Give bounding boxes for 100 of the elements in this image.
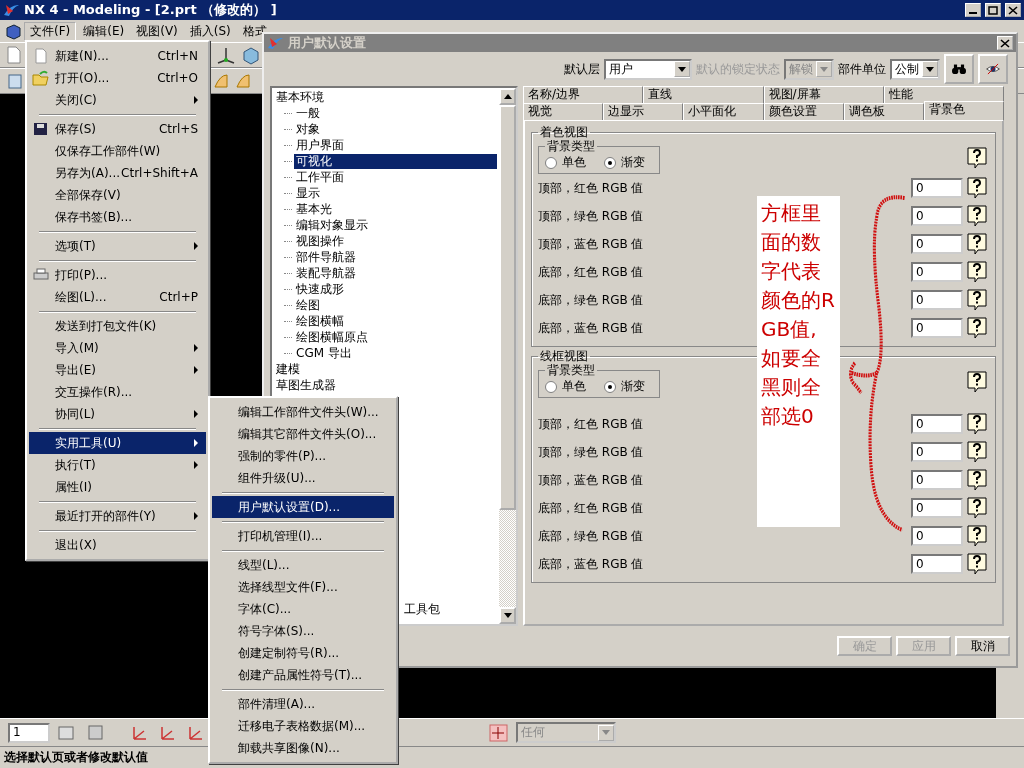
menu-item[interactable]: 字体(C)... — [212, 598, 394, 620]
tree-item[interactable]: 基本环境 — [274, 89, 326, 105]
tree-item[interactable]: 一般 — [294, 105, 322, 121]
help-icon[interactable] — [967, 553, 987, 576]
help-icon[interactable] — [967, 147, 987, 170]
menu-item[interactable]: 迁移电子表格数据(M)... — [212, 715, 394, 737]
value-field[interactable]: 0 — [911, 554, 963, 575]
help-icon[interactable] — [967, 317, 987, 340]
radio-button[interactable] — [545, 156, 557, 169]
help-icon[interactable] — [967, 205, 987, 228]
menu-item[interactable]: 卸载共享图像(N)... — [212, 737, 394, 759]
eye-button[interactable] — [978, 54, 1008, 85]
value-field[interactable]: 0 — [911, 178, 963, 199]
help-icon[interactable] — [967, 497, 987, 520]
value-field[interactable]: 0 — [911, 498, 963, 519]
layer-field[interactable]: 1 — [8, 722, 50, 743]
menu-item[interactable]: 打开(O)... Ctrl+O — [29, 67, 206, 89]
tree-item[interactable]: 视图操作 — [294, 233, 346, 249]
minimize-button[interactable] — [965, 3, 981, 17]
close-button[interactable] — [997, 36, 1013, 50]
menu-item[interactable]: 强制的零件(P)... — [212, 445, 394, 467]
scroll-down-button[interactable] — [499, 607, 516, 625]
scroll-up-button[interactable] — [499, 88, 516, 106]
menu-item[interactable]: 实用工具(U) — [29, 432, 206, 454]
menu-item[interactable]: 符号字体(S)... — [212, 620, 394, 642]
menu-item[interactable]: 编辑(E) — [78, 22, 130, 40]
value-field[interactable]: 0 — [911, 262, 963, 283]
menu-item[interactable]: 导出(E) — [29, 359, 206, 381]
tab[interactable]: 名称/边界 — [523, 86, 644, 104]
menu-item[interactable]: 组件升级(U)... — [212, 467, 394, 489]
tree-item[interactable]: CGM 导出 — [294, 345, 354, 361]
radio-button[interactable] — [545, 380, 557, 393]
tree-item[interactable]: 用户界面 — [294, 137, 346, 153]
menu-item[interactable]: 选项(T) — [29, 235, 206, 257]
tree-item[interactable]: 绘图横幅 — [294, 313, 346, 329]
menu-item[interactable]: 编辑工作部件文件头(W)... — [212, 401, 394, 423]
tree-item[interactable]: 显示 — [294, 185, 322, 201]
menu-item[interactable]: 全部保存(V) — [29, 184, 206, 206]
menu-item[interactable]: 关闭(C) — [29, 89, 206, 111]
tab[interactable]: 视觉 — [523, 103, 604, 121]
axes-icon[interactable] — [215, 45, 237, 65]
menu-item[interactable]: 打印机管理(I)... — [212, 525, 394, 547]
tab[interactable]: 背景色 — [923, 101, 1005, 121]
value-field[interactable]: 0 — [911, 234, 963, 255]
menu-item[interactable]: 另存为(A)...Ctrl+Shift+A — [29, 162, 206, 184]
menu-item[interactable]: 创建产品属性符号(T)... — [212, 664, 394, 686]
menu-item[interactable]: 用户默认设置(D)... — [212, 496, 394, 518]
tab[interactable]: 视图/屏幕 — [763, 86, 884, 104]
binoculars-button[interactable] — [944, 54, 974, 85]
radio-button[interactable] — [604, 380, 616, 393]
tree-item[interactable]: 装配导航器 — [294, 265, 358, 281]
menu-item[interactable]: 新建(N)... Ctrl+N — [29, 45, 206, 67]
tree-item[interactable]: 编辑对象显示 — [294, 217, 370, 233]
help-icon[interactable] — [967, 177, 987, 200]
menu-item[interactable]: 仅保存工作部件(W) — [29, 140, 206, 162]
tree-item[interactable]: 基本光 — [294, 201, 334, 217]
filter-icon[interactable] — [488, 722, 510, 743]
help-icon[interactable] — [967, 525, 987, 548]
menu-item[interactable]: 发送到打包文件(K) — [29, 315, 206, 337]
value-field[interactable]: 0 — [911, 442, 963, 463]
menu-item[interactable]: 绘图(L)... Ctrl+P — [29, 286, 206, 308]
menu-item[interactable]: 线型(L)... — [212, 554, 394, 576]
value-field[interactable]: 0 — [911, 414, 963, 435]
menu-item[interactable]: 视图(V) — [131, 22, 183, 40]
menu-item[interactable]: 交互操作(R)... — [29, 381, 206, 403]
close-button[interactable] — [1005, 3, 1021, 17]
help-icon[interactable] — [967, 261, 987, 284]
menu-item[interactable]: 导入(M) — [29, 337, 206, 359]
menu-item[interactable]: 属性(I) — [29, 476, 206, 498]
tree-item[interactable]: 绘图横幅原点 — [294, 329, 370, 345]
help-icon[interactable] — [967, 413, 987, 436]
value-field[interactable]: 0 — [911, 206, 963, 227]
help-icon[interactable] — [967, 233, 987, 256]
menu-item[interactable]: 保存(S) Ctrl+S — [29, 118, 206, 140]
help-icon[interactable] — [967, 469, 987, 492]
menu-item[interactable]: 选择线型文件(F)... — [212, 576, 394, 598]
tree-item[interactable]: 建模 — [274, 361, 302, 377]
help-icon[interactable] — [967, 441, 987, 464]
tab[interactable]: 调色板 — [843, 103, 924, 121]
value-field[interactable]: 0 — [911, 318, 963, 339]
menu-item[interactable]: 最近打开的部件(Y) — [29, 505, 206, 527]
menu-item[interactable]: 执行(T) — [29, 454, 206, 476]
tree-item[interactable]: 草图生成器 — [274, 377, 338, 393]
tree-item[interactable]: 工具包 — [402, 601, 442, 617]
menu-item[interactable]: 保存书签(B)... — [29, 206, 206, 228]
tab[interactable]: 性能 — [883, 86, 1004, 104]
menu-item[interactable]: 打印(P)... — [29, 264, 206, 286]
value-field[interactable]: 0 — [911, 290, 963, 311]
tab[interactable]: 颜色设置 — [763, 103, 844, 121]
menu-item[interactable]: 部件清理(A)... — [212, 693, 394, 715]
menu-item[interactable]: 协同(L) — [29, 403, 206, 425]
tree-item[interactable]: 绘图 — [294, 297, 322, 313]
block-icon[interactable] — [241, 45, 261, 65]
value-field[interactable]: 0 — [911, 526, 963, 547]
menu-item[interactable]: 退出(X) — [29, 534, 206, 556]
tree-item[interactable]: 可视化 — [294, 153, 497, 169]
tab[interactable]: 直线 — [643, 86, 764, 104]
tab[interactable]: 小平面化 — [683, 103, 764, 121]
level-dropdown[interactable]: 用户 — [604, 58, 692, 80]
help-icon[interactable] — [967, 289, 987, 312]
